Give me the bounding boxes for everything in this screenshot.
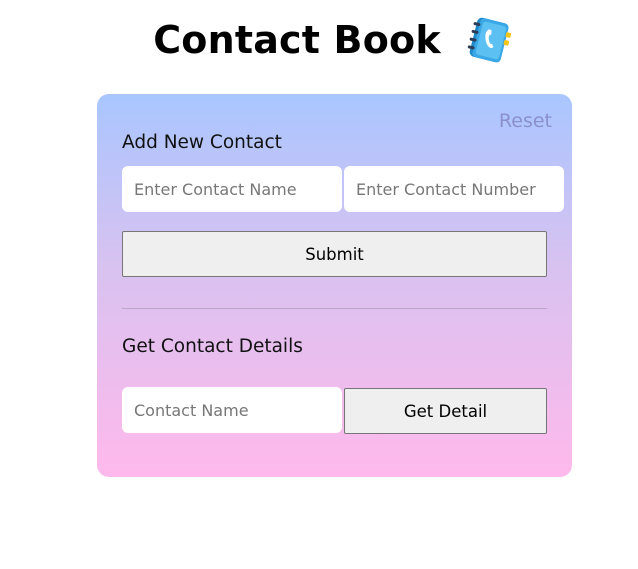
page: Contact Book Reset Add New Contact Submi… (0, 0, 638, 569)
contact-card: Reset Add New Contact Submit Get Contact… (97, 94, 572, 477)
submit-button[interactable]: Submit (122, 231, 547, 277)
page-title: Contact Book (153, 18, 441, 62)
section-divider (122, 308, 547, 309)
add-contact-heading: Add New Contact (122, 132, 282, 153)
contact-name-input[interactable] (122, 166, 342, 212)
header: Contact Book (0, 10, 638, 70)
contact-book-icon (467, 17, 511, 63)
lookup-name-input[interactable] (122, 387, 342, 433)
reset-button[interactable]: Reset (499, 110, 552, 132)
contact-number-input[interactable] (344, 166, 564, 212)
get-detail-button[interactable]: Get Detail (344, 388, 547, 434)
get-contact-heading: Get Contact Details (122, 336, 303, 357)
